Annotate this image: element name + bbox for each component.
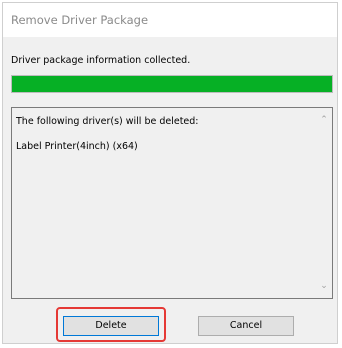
- driver-list-box[interactable]: The following driver(s) will be deleted:…: [11, 107, 333, 299]
- chevron-down-icon[interactable]: ⌄: [316, 278, 332, 294]
- vertical-scrollbar[interactable]: ⌃ ⌄: [316, 108, 332, 298]
- remove-driver-package-dialog: Remove Driver Package Driver package inf…: [2, 2, 338, 344]
- delete-button-highlight: [56, 307, 166, 342]
- cancel-button[interactable]: Cancel: [198, 316, 294, 336]
- list-item-header: The following driver(s) will be deleted:: [16, 116, 199, 127]
- title-bar[interactable]: Remove Driver Package: [3, 3, 337, 37]
- window-title: Remove Driver Package: [11, 13, 149, 27]
- chevron-up-icon[interactable]: ⌃: [316, 112, 332, 128]
- status-text: Driver package information collected.: [11, 55, 191, 66]
- progress-bar-fill: [12, 76, 332, 92]
- progress-bar: [11, 75, 333, 93]
- list-item-driver: Label Printer(4inch) (x64): [16, 141, 138, 152]
